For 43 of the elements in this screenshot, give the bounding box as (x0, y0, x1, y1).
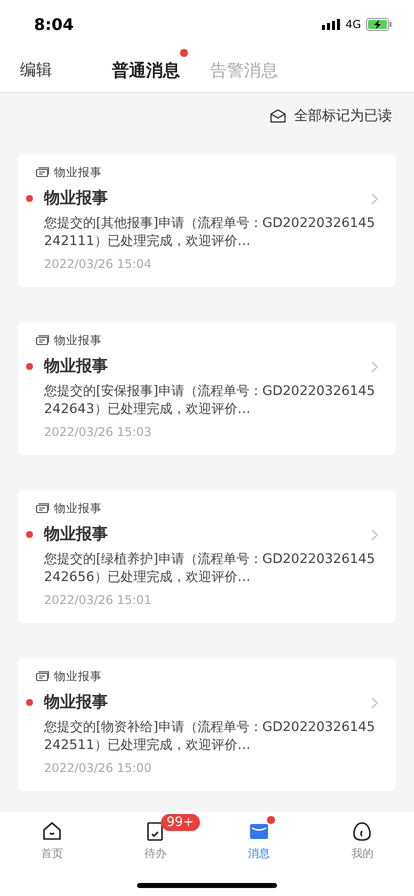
category-label: 物业报事 (54, 669, 102, 684)
message-card[interactable]: 物业报事 物业报事 您提交的[其他报事]申请（流程单号：GD20220326145242111）已处理完成，欢迎评价… 2022/03/26 15:04 (18, 154, 396, 287)
edit-button[interactable]: 编辑 (20, 60, 52, 80)
message-title: 物业报事 (44, 356, 109, 377)
category-label: 物业报事 (54, 501, 102, 516)
message-tab[interactable]: 普通消息 (112, 58, 180, 82)
chat-icon (36, 502, 49, 514)
message-time: 2022/03/26 15:01 (43, 593, 153, 607)
category-label: 物业报事 (54, 333, 102, 348)
message-body: 您提交的[绿植养护]申请（流程单号：GD20220326145242656）已处理完成，欢迎评价… (43, 551, 376, 587)
message-card[interactable]: 物业报事 物业报事 您提交的[物资补给]申请（流程单号：GD20220326145242511）已处理完成，欢迎评价… 2022/03/26 15:00 (18, 658, 396, 791)
mark-all-read-button[interactable]: 全部标记为已读 (270, 107, 392, 125)
count-badge: 99+ (160, 814, 200, 831)
tab-bar-item[interactable]: 消息 (207, 812, 310, 862)
message-body: 您提交的[物资补给]申请（流程单号：GD20220326145242511）已处理完成，欢迎评价… (43, 719, 376, 755)
tab-bar-item[interactable]: 我的 (310, 812, 414, 862)
network-label: 4G (345, 18, 361, 30)
tab-bar-item[interactable]: 首页 (0, 812, 104, 862)
message-title: 物业报事 (44, 524, 109, 545)
message-body: 您提交的[其他报事]申请（流程单号：GD20220326145242111）已处理完成，欢迎评价… (43, 215, 376, 251)
chat-icon (36, 166, 49, 178)
category-label: 物业报事 (54, 165, 102, 180)
message-title: 物业报事 (44, 188, 109, 209)
home-icon (40, 820, 63, 842)
chevron-right-icon (371, 528, 378, 540)
chat-icon (36, 670, 49, 682)
envelope-icon (270, 109, 286, 123)
chevron-right-icon (371, 360, 378, 372)
signal-icon (322, 18, 340, 30)
message-card[interactable]: 物业报事 物业报事 您提交的[安保报事]申请（流程单号：GD20220326145242643）已处理完成，欢迎评价… 2022/03/26 15:03 (18, 322, 396, 455)
chevron-right-icon (371, 192, 378, 204)
battery-icon (366, 18, 392, 30)
chat-icon (36, 334, 49, 346)
profile-icon (351, 820, 374, 842)
message-time: 2022/03/26 15:00 (43, 761, 153, 775)
tab-bar-item[interactable]: 待办 99+ (104, 812, 207, 862)
message-title: 物业报事 (44, 692, 109, 713)
message-time: 2022/03/26 15:03 (43, 425, 153, 439)
status-time: 8:04 (34, 14, 74, 34)
message-card[interactable]: 物业报事 物业报事 您提交的[绿植养护]申请（流程单号：GD20220326145242656）已处理完成，欢迎评价… 2022/03/26 15:01 (18, 490, 396, 623)
message-time: 2022/03/26 15:04 (43, 257, 153, 271)
message-body: 您提交的[安保报事]申请（流程单号：GD20220326145242643）已处理完成，欢迎评价… (43, 383, 376, 419)
chevron-right-icon (371, 696, 378, 708)
